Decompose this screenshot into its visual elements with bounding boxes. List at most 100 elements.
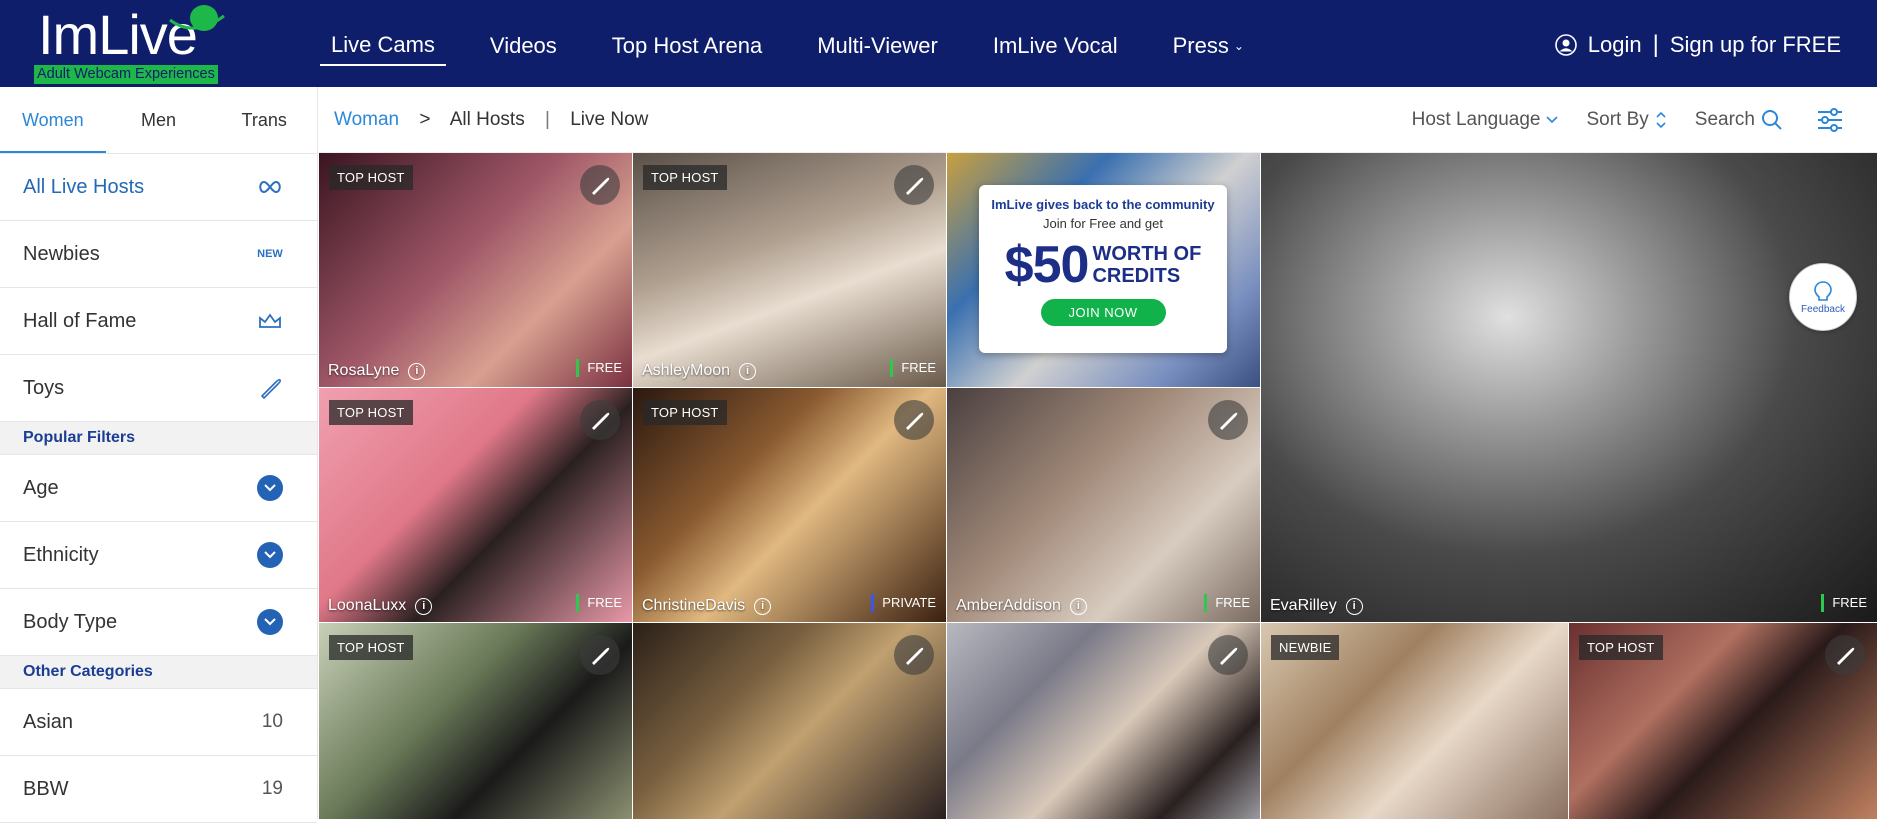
promo-subline: Join for Free and get xyxy=(1043,216,1163,231)
nav-top-host-arena[interactable]: Top Host Arena xyxy=(601,30,773,66)
nav-label: Top Host Arena xyxy=(611,33,763,58)
host-card[interactable] xyxy=(633,623,946,819)
category-asian[interactable]: Asian 10 xyxy=(0,689,317,756)
status-badge: FREE xyxy=(576,594,622,612)
sort-icon xyxy=(1656,111,1666,129)
category-label: Asian xyxy=(23,710,74,733)
filter-body-type[interactable]: Body Type xyxy=(0,589,317,656)
host-card-christinedavis[interactable]: TOP HOST ChristineDavis i PRIVATE xyxy=(633,388,946,622)
nav-imlive-vocal[interactable]: ImLive Vocal xyxy=(982,30,1129,66)
host-card[interactable]: NEWBIE xyxy=(1261,623,1568,819)
auth-links: Login | Sign up for FREE xyxy=(1554,31,1841,59)
sort-by-dropdown[interactable]: Sort By xyxy=(1586,109,1666,131)
category-label: BBW xyxy=(23,777,69,800)
host-language-dropdown[interactable]: Host Language xyxy=(1412,109,1559,131)
sidebar-item-newbies[interactable]: Newbies NEW xyxy=(0,221,317,288)
filter-ethnicity[interactable]: Ethnicity xyxy=(0,522,317,589)
host-name-text: LoonaLuxx xyxy=(328,597,407,614)
chevron-down-icon xyxy=(257,609,283,635)
filter-label: Age xyxy=(23,476,59,499)
promo-headline: ImLive gives back to the community xyxy=(991,197,1215,212)
promo-amount: $50 xyxy=(1004,236,1090,294)
info-icon[interactable]: i xyxy=(739,362,757,380)
main-nav: Live Cams Videos Top Host Arena Multi-Vi… xyxy=(320,30,1288,66)
host-card-rosalyne[interactable]: TOP HOST RosaLyne i FREE xyxy=(319,153,632,387)
sidebar-item-label: Hall of Fame xyxy=(23,309,137,332)
promo-card: ImLive gives back to the community Join … xyxy=(979,185,1227,353)
status-badge: PRIVATE xyxy=(871,594,936,612)
host-name-text: ChristineDavis xyxy=(642,597,746,614)
logo-tagline: Adult Webcam Experiences xyxy=(34,65,218,84)
host-card[interactable]: TOP HOST xyxy=(319,623,632,819)
feedback-button[interactable]: Feedback xyxy=(1789,263,1857,331)
nav-label: Press xyxy=(1172,33,1229,58)
host-card-ashleymoon[interactable]: TOP HOST AshleyMoon i FREE xyxy=(633,153,946,387)
filter-age[interactable]: Age xyxy=(0,455,317,522)
join-now-button[interactable]: JOIN NOW xyxy=(1040,299,1166,326)
top-host-badge: TOP HOST xyxy=(329,635,413,660)
promo-words-2: CREDITS xyxy=(1092,265,1181,287)
info-icon[interactable]: i xyxy=(754,597,772,615)
lightbulb-icon xyxy=(1814,280,1832,301)
hosts-grid: TOP HOST RosaLyne i FREE TOP HOST AshleyM… xyxy=(319,153,1877,819)
nav-press[interactable]: Press ⌄ xyxy=(1162,30,1255,66)
status-badge: FREE xyxy=(576,359,622,377)
tab-women[interactable]: Women xyxy=(0,87,106,153)
breadcrumb-woman[interactable]: Woman xyxy=(334,109,399,130)
promo-offer: $50 WORTH OF CREDITS xyxy=(979,235,1227,295)
status-badge: FREE xyxy=(1204,594,1250,612)
top-host-badge: TOP HOST xyxy=(643,400,727,425)
breadcrumb-all-hosts[interactable]: All Hosts xyxy=(450,109,525,130)
chevron-down-icon xyxy=(257,475,283,501)
imlive-logo[interactable]: ImLive Adult Webcam Experiences xyxy=(34,4,244,84)
host-card[interactable] xyxy=(947,623,1260,819)
new-icon: NEW xyxy=(257,248,283,260)
status-badge: FREE xyxy=(1821,594,1867,612)
top-host-badge: TOP HOST xyxy=(329,400,413,425)
host-name: EvaRilley i xyxy=(1270,597,1363,615)
promo-ad-tile[interactable]: ImLive gives back to the community Join … xyxy=(947,153,1260,387)
breadcrumb-pipe: | xyxy=(545,109,550,130)
info-icon[interactable]: i xyxy=(408,362,426,380)
host-name: RosaLyne i xyxy=(328,362,426,380)
crown-icon xyxy=(257,310,283,332)
toy-icon xyxy=(580,165,620,205)
sidebar-item-label: Toys xyxy=(23,376,65,399)
login-link[interactable]: Login xyxy=(1588,32,1642,58)
top-host-badge: TOP HOST xyxy=(1579,635,1663,660)
breadcrumb: Woman > All Hosts | Live Now xyxy=(334,87,648,153)
nav-videos[interactable]: Videos xyxy=(479,30,568,66)
tab-men[interactable]: Men xyxy=(106,87,212,153)
host-thumbnail xyxy=(1261,153,1877,622)
chevron-down-icon xyxy=(1546,116,1559,124)
signup-link[interactable]: Sign up for FREE xyxy=(1670,32,1841,58)
search-button[interactable]: Search xyxy=(1695,109,1783,131)
auth-separator: | xyxy=(1652,31,1659,58)
host-name: LoonaLuxx i xyxy=(328,597,433,615)
host-card-loonaluxx[interactable]: TOP HOST LoonaLuxx i FREE xyxy=(319,388,632,622)
host-card-evarilley[interactable]: EvaRilley i FREE xyxy=(1261,153,1877,622)
category-bbw[interactable]: BBW 19 xyxy=(0,756,317,823)
promo-words-1: WORTH OF xyxy=(1092,243,1202,265)
info-icon[interactable]: i xyxy=(1069,597,1087,615)
sidebar-item-toys[interactable]: Toys xyxy=(0,355,317,422)
sidebar-item-all-live-hosts[interactable]: All Live Hosts xyxy=(0,154,317,221)
host-name-text: AshleyMoon xyxy=(642,362,731,379)
info-icon[interactable]: i xyxy=(415,597,433,615)
nav-multi-viewer[interactable]: Multi-Viewer xyxy=(806,30,949,66)
tab-trans[interactable]: Trans xyxy=(211,87,317,153)
top-host-badge: TOP HOST xyxy=(329,165,413,190)
top-header: ImLive Adult Webcam Experiences Live Cam… xyxy=(0,0,1877,87)
info-icon[interactable]: i xyxy=(1345,597,1363,615)
nav-live-cams[interactable]: Live Cams xyxy=(320,30,446,66)
host-card[interactable]: TOP HOST xyxy=(1569,623,1877,819)
status-badge: FREE xyxy=(890,359,936,377)
search-icon xyxy=(1762,110,1782,130)
filter-bar: Woman > All Hosts | Live Now Host Langua… xyxy=(319,87,1877,153)
sidebar-item-hall-of-fame[interactable]: Hall of Fame xyxy=(0,288,317,355)
filters-button[interactable] xyxy=(1811,108,1843,132)
filter-label: Body Type xyxy=(23,610,118,633)
host-name-text: RosaLyne xyxy=(328,362,400,379)
host-card-amberaddison[interactable]: AmberAddison i FREE xyxy=(947,388,1260,622)
sort-by-label: Sort By xyxy=(1586,109,1649,130)
